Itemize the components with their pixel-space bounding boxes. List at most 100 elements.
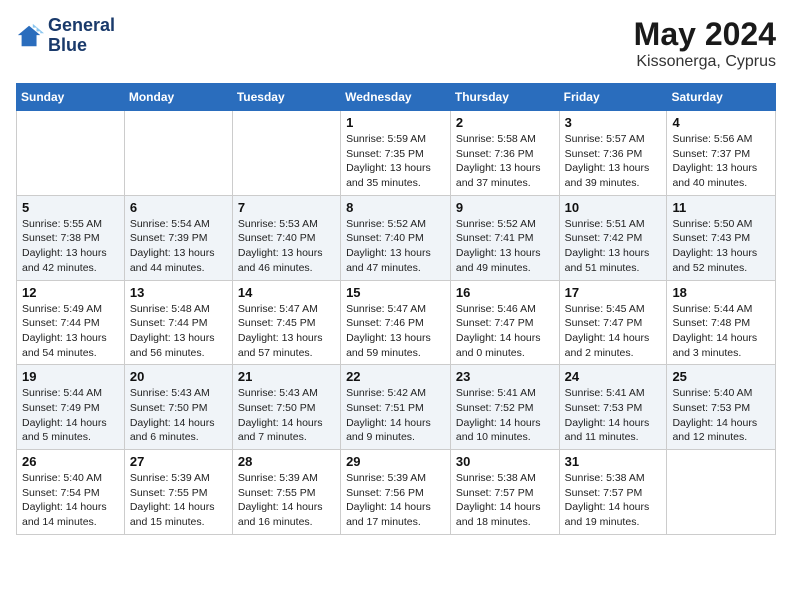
logo-line2: Blue — [48, 36, 115, 56]
calendar-week-row: 5 Sunrise: 5:55 AMSunset: 7:38 PMDaylight… — [17, 195, 776, 280]
day-number: 11 — [672, 200, 770, 215]
day-info: Sunrise: 5:41 AMSunset: 7:53 PMDaylight:… — [565, 386, 662, 445]
weekday-header: Friday — [559, 84, 667, 111]
calendar-cell: 13 Sunrise: 5:48 AMSunset: 7:44 PMDayligh… — [124, 280, 232, 365]
day-info: Sunrise: 5:39 AMSunset: 7:56 PMDaylight:… — [346, 471, 445, 530]
title-block: May 2024 Kissonerga, Cyprus — [634, 16, 776, 71]
calendar-cell: 30 Sunrise: 5:38 AMSunset: 7:57 PMDayligh… — [450, 450, 559, 535]
day-info: Sunrise: 5:55 AMSunset: 7:38 PMDaylight:… — [22, 217, 119, 276]
day-info: Sunrise: 5:44 AMSunset: 7:49 PMDaylight:… — [22, 386, 119, 445]
calendar-cell: 28 Sunrise: 5:39 AMSunset: 7:55 PMDayligh… — [232, 450, 340, 535]
day-number: 10 — [565, 200, 662, 215]
day-info: Sunrise: 5:58 AMSunset: 7:36 PMDaylight:… — [456, 132, 554, 191]
calendar-cell — [17, 111, 125, 196]
day-info: Sunrise: 5:52 AMSunset: 7:40 PMDaylight:… — [346, 217, 445, 276]
calendar-cell: 26Sunrise: 5:40 AMSunset: 7:54 PMDayligh… — [17, 450, 125, 535]
day-number: 3 — [565, 115, 662, 130]
month-year: May 2024 — [634, 16, 776, 53]
day-number: 8 — [346, 200, 445, 215]
calendar-week-row: 19 Sunrise: 5:44 AMSunset: 7:49 PMDayligh… — [17, 365, 776, 450]
day-info: Sunrise: 5:44 AMSunset: 7:48 PMDaylight:… — [672, 302, 770, 361]
day-number: 28 — [238, 454, 335, 469]
weekday-header: Thursday — [450, 84, 559, 111]
day-info: Sunrise: 5:52 AMSunset: 7:41 PMDaylight:… — [456, 217, 554, 276]
weekday-header: Sunday — [17, 84, 125, 111]
calendar-cell: 12 Sunrise: 5:49 AMSunset: 7:44 PMDayligh… — [17, 280, 125, 365]
calendar-cell: 27 Sunrise: 5:39 AMSunset: 7:55 PMDayligh… — [124, 450, 232, 535]
day-info: Sunrise: 5:49 AMSunset: 7:44 PMDaylight:… — [22, 302, 119, 361]
calendar-cell: 18 Sunrise: 5:44 AMSunset: 7:48 PMDayligh… — [667, 280, 776, 365]
day-number: 4 — [672, 115, 770, 130]
location: Kissonerga, Cyprus — [634, 53, 776, 71]
calendar-week-row: 12 Sunrise: 5:49 AMSunset: 7:44 PMDayligh… — [17, 280, 776, 365]
calendar-cell: 10 Sunrise: 5:51 AMSunset: 7:42 PMDayligh… — [559, 195, 667, 280]
calendar-cell: 16 Sunrise: 5:46 AMSunset: 7:47 PMDayligh… — [450, 280, 559, 365]
day-number: 12 — [22, 285, 119, 300]
day-number: 6 — [130, 200, 227, 215]
day-number: 23 — [456, 369, 554, 384]
calendar-cell: 3 Sunrise: 5:57 AMSunset: 7:36 PMDaylight… — [559, 111, 667, 196]
calendar-cell: 23Sunrise: 5:41 AMSunset: 7:52 PMDayligh… — [450, 365, 559, 450]
day-info: Sunrise: 5:39 AMSunset: 7:55 PMDaylight:… — [130, 471, 227, 530]
day-info: Sunrise: 5:46 AMSunset: 7:47 PMDaylight:… — [456, 302, 554, 361]
day-info: Sunrise: 5:57 AMSunset: 7:36 PMDaylight:… — [565, 132, 662, 191]
calendar-cell: 15Sunrise: 5:47 AMSunset: 7:46 PMDayligh… — [341, 280, 451, 365]
day-info: Sunrise: 5:59 AMSunset: 7:35 PMDaylight:… — [346, 132, 445, 191]
day-number: 5 — [22, 200, 119, 215]
day-number: 1 — [346, 115, 445, 130]
weekday-header: Saturday — [667, 84, 776, 111]
day-info: Sunrise: 5:50 AMSunset: 7:43 PMDaylight:… — [672, 217, 770, 276]
day-number: 31 — [565, 454, 662, 469]
day-number: 30 — [456, 454, 554, 469]
day-info: Sunrise: 5:42 AMSunset: 7:51 PMDaylight:… — [346, 386, 445, 445]
calendar-cell: 2 Sunrise: 5:58 AMSunset: 7:36 PMDaylight… — [450, 111, 559, 196]
day-info: Sunrise: 5:47 AMSunset: 7:45 PMDaylight:… — [238, 302, 335, 361]
logo-icon — [16, 22, 44, 50]
day-number: 24 — [565, 369, 662, 384]
day-info: Sunrise: 5:40 AMSunset: 7:54 PMDaylight:… — [22, 471, 119, 530]
day-info: Sunrise: 5:39 AMSunset: 7:55 PMDaylight:… — [238, 471, 335, 530]
weekday-header: Wednesday — [341, 84, 451, 111]
calendar-cell: 6 Sunrise: 5:54 AMSunset: 7:39 PMDaylight… — [124, 195, 232, 280]
day-info: Sunrise: 5:54 AMSunset: 7:39 PMDaylight:… — [130, 217, 227, 276]
calendar-cell: 22 Sunrise: 5:42 AMSunset: 7:51 PMDayligh… — [341, 365, 451, 450]
day-info: Sunrise: 5:51 AMSunset: 7:42 PMDaylight:… — [565, 217, 662, 276]
calendar-cell: 1 Sunrise: 5:59 AMSunset: 7:35 PMDaylight… — [341, 111, 451, 196]
page-header: General Blue May 2024 Kissonerga, Cyprus — [16, 16, 776, 71]
day-number: 29 — [346, 454, 445, 469]
day-info: Sunrise: 5:38 AMSunset: 7:57 PMDaylight:… — [456, 471, 554, 530]
logo: General Blue — [16, 16, 115, 56]
calendar-cell — [232, 111, 340, 196]
calendar-table: SundayMondayTuesdayWednesdayThursdayFrid… — [16, 83, 776, 535]
calendar-cell: 19 Sunrise: 5:44 AMSunset: 7:49 PMDayligh… — [17, 365, 125, 450]
day-info: Sunrise: 5:45 AMSunset: 7:47 PMDaylight:… — [565, 302, 662, 361]
day-number: 19 — [22, 369, 119, 384]
day-number: 22 — [346, 369, 445, 384]
day-info: Sunrise: 5:40 AMSunset: 7:53 PMDaylight:… — [672, 386, 770, 445]
day-number: 7 — [238, 200, 335, 215]
day-number: 15 — [346, 285, 445, 300]
calendar-cell — [124, 111, 232, 196]
calendar-cell: 14Sunrise: 5:47 AMSunset: 7:45 PMDayligh… — [232, 280, 340, 365]
calendar-cell: 20Sunrise: 5:43 AMSunset: 7:50 PMDayligh… — [124, 365, 232, 450]
calendar-cell: 21Sunrise: 5:43 AMSunset: 7:50 PMDayligh… — [232, 365, 340, 450]
weekday-header: Monday — [124, 84, 232, 111]
day-info: Sunrise: 5:48 AMSunset: 7:44 PMDaylight:… — [130, 302, 227, 361]
calendar-cell: 7Sunrise: 5:53 AMSunset: 7:40 PMDaylight… — [232, 195, 340, 280]
calendar-cell: 5 Sunrise: 5:55 AMSunset: 7:38 PMDaylight… — [17, 195, 125, 280]
calendar-cell: 17 Sunrise: 5:45 AMSunset: 7:47 PMDayligh… — [559, 280, 667, 365]
calendar-cell: 24 Sunrise: 5:41 AMSunset: 7:53 PMDayligh… — [559, 365, 667, 450]
weekday-header: Tuesday — [232, 84, 340, 111]
calendar-cell: 8 Sunrise: 5:52 AMSunset: 7:40 PMDaylight… — [341, 195, 451, 280]
day-number: 27 — [130, 454, 227, 469]
logo-line1: General — [48, 16, 115, 36]
day-number: 16 — [456, 285, 554, 300]
day-info: Sunrise: 5:43 AMSunset: 7:50 PMDaylight:… — [130, 386, 227, 445]
day-number: 13 — [130, 285, 227, 300]
calendar-cell: 9Sunrise: 5:52 AMSunset: 7:41 PMDaylight… — [450, 195, 559, 280]
calendar-week-row: 26Sunrise: 5:40 AMSunset: 7:54 PMDayligh… — [17, 450, 776, 535]
day-number: 17 — [565, 285, 662, 300]
day-number: 18 — [672, 285, 770, 300]
calendar-week-row: 1 Sunrise: 5:59 AMSunset: 7:35 PMDaylight… — [17, 111, 776, 196]
day-number: 2 — [456, 115, 554, 130]
